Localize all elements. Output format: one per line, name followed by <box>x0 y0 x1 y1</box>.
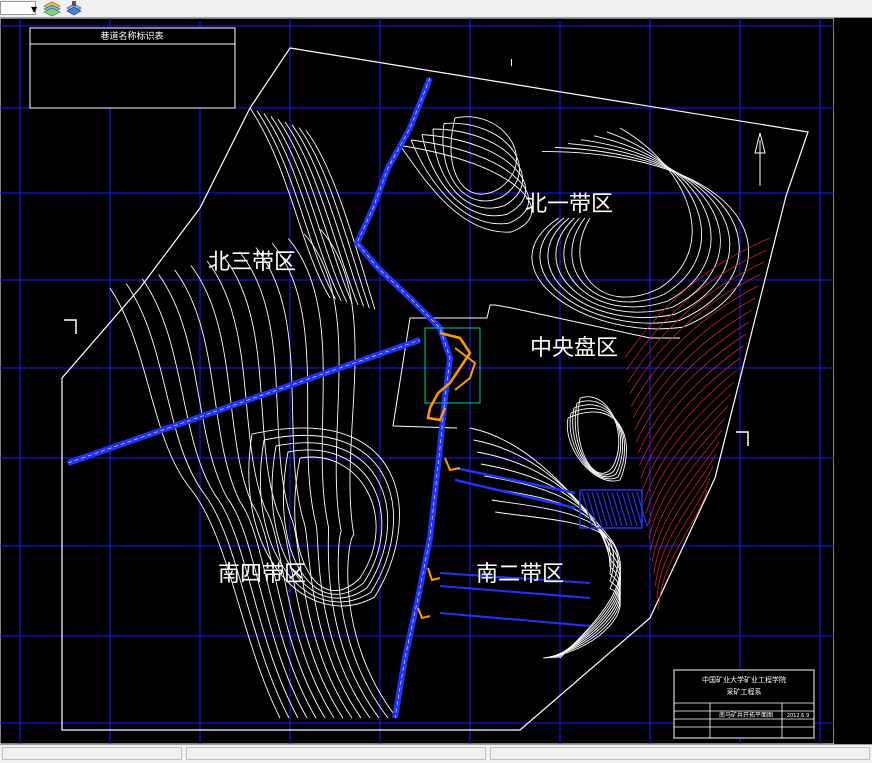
title-block: 中国矿业大学矿业工程学院 采矿工程系 南马矿井开拓平面图 2012.6.9 <box>673 669 815 739</box>
layers-icon[interactable] <box>42 0 62 17</box>
zone-label-north-one: 北一带区 <box>525 192 613 217</box>
status-cell <box>186 747 486 760</box>
drawing-canvas[interactable]: 巷道名称标识表 中国矿业大学矿业工程学院 采矿工程系 南马矿井开拓平面图 201… <box>0 18 834 744</box>
title-block-date: 2012.6.9 <box>787 713 809 719</box>
zone-label-central: 中央盘区 <box>530 336 618 361</box>
title-block-dept: 采矿工程系 <box>727 687 762 696</box>
status-bar <box>0 744 872 763</box>
title-block-drawing-title: 南马矿井开拓平面图 <box>719 711 773 719</box>
status-cell <box>2 747 182 760</box>
zone-label-south-four: 南四带区 <box>218 562 306 587</box>
title-block-org: 中国矿业大学矿业工程学院 <box>702 675 786 684</box>
section-marker: I <box>510 58 513 69</box>
legend-title: 巷道名称标识表 <box>100 30 163 42</box>
status-cell <box>490 747 870 760</box>
viewport-margin <box>834 18 872 744</box>
layer-dropdown[interactable]: ▼ <box>0 1 38 15</box>
toolbar: ▼ <box>0 0 872 18</box>
layer-state-icon[interactable] <box>64 0 84 17</box>
legend-table: 巷道名称标识表 <box>29 27 236 109</box>
zone-label-north-three: 北三带区 <box>208 250 296 275</box>
zone-label-south-two: 南二带区 <box>476 562 564 587</box>
chevron-down-icon: ▼ <box>31 5 38 14</box>
